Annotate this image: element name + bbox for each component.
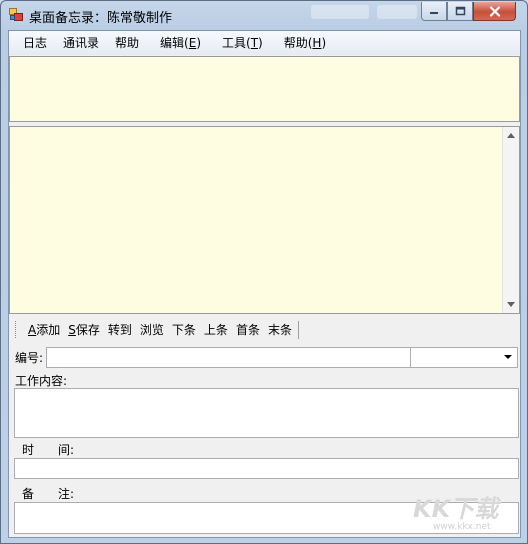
id-combo-select[interactable] <box>410 347 518 368</box>
memo-summary-textarea[interactable] <box>9 56 520 122</box>
maximize-button[interactable] <box>447 2 473 21</box>
minimize-icon <box>430 12 438 14</box>
add-label: 添加 <box>36 322 61 337</box>
browse-button[interactable]: 浏览 <box>136 319 168 341</box>
background-taskbar-ghost <box>377 5 417 19</box>
save-label: 保存 <box>75 322 100 337</box>
menu-help-h-text: 帮助( <box>283 36 313 50</box>
last-record-button[interactable]: 末条 <box>264 319 296 341</box>
time-input[interactable] <box>14 458 519 479</box>
menu-edit[interactable]: 编辑(E) <box>152 31 209 55</box>
close-icon <box>489 5 500 17</box>
prev-record-button[interactable]: 上条 <box>200 319 232 341</box>
minimize-button[interactable] <box>421 2 447 21</box>
menu-help[interactable]: 帮助 <box>107 31 147 55</box>
menu-help-h[interactable]: 帮助(H) <box>276 31 334 55</box>
toolbar-separator <box>297 320 299 339</box>
menu-contacts[interactable]: 通讯录 <box>55 31 107 55</box>
scroll-up-icon[interactable] <box>507 133 515 138</box>
goto-button[interactable]: 转到 <box>104 319 136 341</box>
next-record-button[interactable]: 下条 <box>168 319 200 341</box>
menu-journal[interactable]: 日志 <box>15 31 55 55</box>
save-button[interactable]: S保存 <box>64 319 104 341</box>
toolbar-grip[interactable] <box>15 321 18 338</box>
watermark-logo: KK下载 <box>413 495 499 523</box>
memo-list-textarea[interactable] <box>9 126 520 314</box>
menu-tools-text: 工具( <box>222 36 251 50</box>
first-record-button[interactable]: 首条 <box>232 319 264 341</box>
scroll-down-icon[interactable] <box>507 302 515 307</box>
maximize-icon <box>455 6 465 16</box>
menu-tools[interactable]: 工具(T) <box>214 31 271 55</box>
close-button[interactable] <box>473 2 516 21</box>
window-title: 桌面备忘录：陈常敬制作 <box>29 11 173 26</box>
save-accel: S <box>68 322 76 337</box>
id-input[interactable] <box>46 347 411 368</box>
menu-bar: 日志 通讯录 帮助 编辑(E) 工具(T) 帮助(H) <box>9 31 520 55</box>
chevron-down-icon[interactable] <box>504 355 512 359</box>
background-taskbar-ghost <box>311 5 369 19</box>
id-label: 编号: <box>15 351 44 365</box>
record-toolbar: A添加 S保存 转到 浏览 下条 上条 首条 末条 <box>9 317 520 342</box>
menu-edit-close: ) <box>196 36 202 50</box>
add-button[interactable]: A添加 <box>24 319 64 341</box>
vertical-scrollbar[interactable] <box>502 127 519 313</box>
menu-help-h-close: ) <box>321 36 327 50</box>
content-label: 工作内容: <box>15 374 68 388</box>
app-icon <box>9 8 23 21</box>
menu-tools-accel: T <box>250 36 259 50</box>
add-accel: A <box>28 322 37 337</box>
app-window: 桌面备忘录：陈常敬制作 日志 通讯录 帮助 编辑(E) 工具(T) 帮助(H) <box>0 0 528 544</box>
content-textarea[interactable] <box>14 388 519 438</box>
menu-tools-close: ) <box>258 36 263 50</box>
client-area: 日志 通讯录 帮助 编辑(E) 工具(T) 帮助(H) A添加 S保存 转到 浏… <box>8 30 521 538</box>
menu-edit-text: 编辑( <box>160 36 189 50</box>
note-label: 备 注: <box>22 487 75 501</box>
title-bar[interactable]: 桌面备忘录：陈常敬制作 <box>1 1 527 29</box>
time-label: 时 间: <box>22 443 75 457</box>
watermark-url: www.kkx.net <box>433 522 491 532</box>
